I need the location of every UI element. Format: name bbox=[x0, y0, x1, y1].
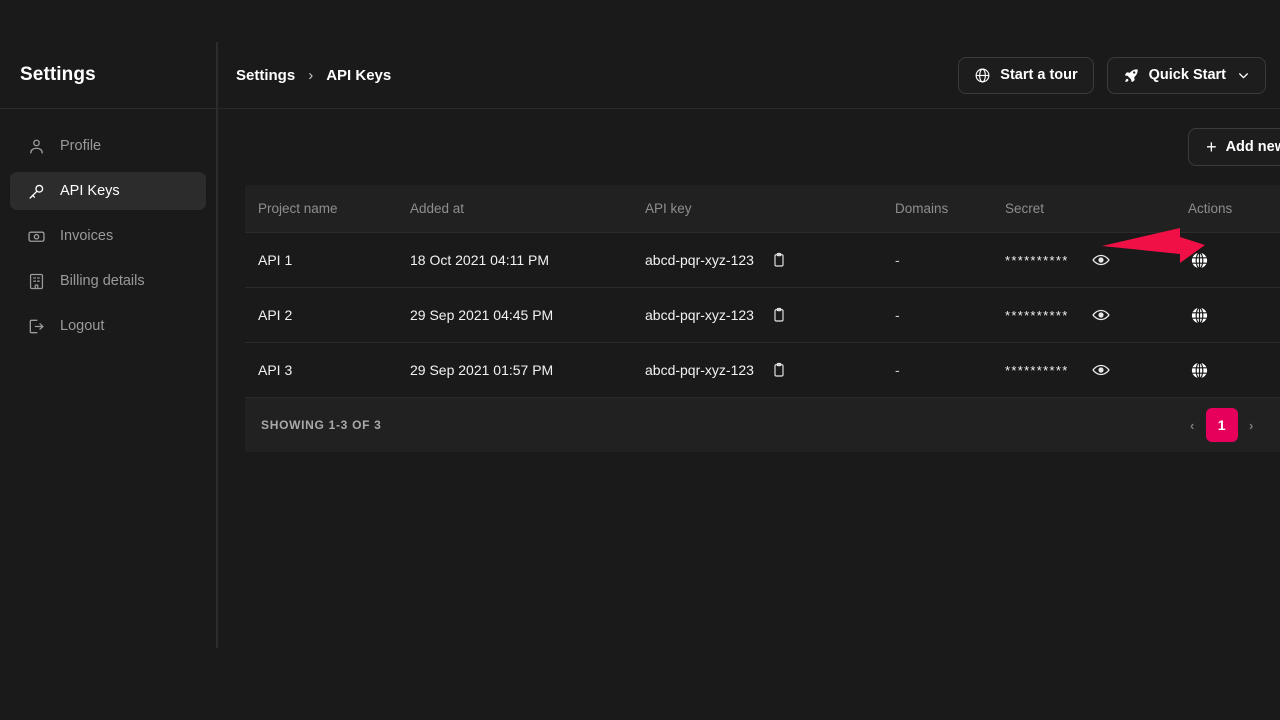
breadcrumb-parent[interactable]: Settings bbox=[236, 67, 295, 84]
plus-icon: + bbox=[1206, 137, 1217, 157]
cell-secret: ********** bbox=[1005, 308, 1069, 323]
start-a-tour-label: Start a tour bbox=[1000, 67, 1078, 83]
top-bar: Settings › API Keys Start a tour Quick S… bbox=[218, 42, 1280, 109]
cell-added-at: 29 Sep 2021 04:45 PM bbox=[410, 307, 554, 323]
cell-api-key: abcd-pqr-xyz-123 bbox=[645, 307, 754, 323]
cell-project-name: API 2 bbox=[258, 307, 293, 323]
breadcrumb-separator-icon: › bbox=[308, 66, 314, 84]
cell-api-key: abcd-pqr-xyz-123 bbox=[645, 252, 754, 268]
column-header-secret: Secret bbox=[1005, 201, 1045, 216]
globe-icon bbox=[974, 67, 991, 84]
sidebar-item-api-keys[interactable]: API Keys bbox=[10, 172, 206, 210]
sidebar-item-label: Invoices bbox=[60, 228, 114, 244]
pagination-prev-icon[interactable]: ‹ bbox=[1190, 418, 1195, 433]
pagination-page-1[interactable]: 1 bbox=[1205, 408, 1238, 442]
eye-icon[interactable] bbox=[1090, 249, 1112, 271]
cell-domains: - bbox=[895, 307, 900, 323]
cell-secret: ********** bbox=[1005, 363, 1069, 378]
breadcrumb-current: API Keys bbox=[326, 66, 392, 84]
sidebar-item-billing-details[interactable]: Billing details bbox=[10, 262, 206, 300]
sidebar-item-logout[interactable]: Logout bbox=[10, 307, 206, 345]
quick-start-button[interactable]: Quick Start bbox=[1106, 56, 1266, 94]
cell-project-name: API 1 bbox=[258, 252, 293, 268]
chevron-down-icon bbox=[1237, 69, 1250, 82]
pagination: ‹ 1 › bbox=[1190, 408, 1280, 442]
eye-icon[interactable] bbox=[1090, 359, 1112, 381]
table-row[interactable]: API 3 29 Sep 2021 01:57 PM abcd-pqr-xyz-… bbox=[245, 343, 1280, 398]
sidebar: Settings Profile API Keys Invoices Billi… bbox=[0, 42, 217, 648]
table-header-row: Project name Added at API key Domains Se… bbox=[245, 185, 1280, 233]
clipboard-icon[interactable] bbox=[768, 359, 790, 381]
globe-icon[interactable] bbox=[1188, 304, 1210, 326]
sidebar-title: Settings bbox=[20, 64, 96, 85]
content-area: + Add new Project name Added at API key … bbox=[218, 109, 1280, 648]
start-a-tour-button[interactable]: Start a tour bbox=[958, 56, 1094, 94]
top-bar-actions: Start a tour Quick Start bbox=[958, 56, 1266, 94]
user-icon bbox=[27, 137, 46, 156]
sidebar-item-profile[interactable]: Profile bbox=[10, 127, 206, 165]
quick-start-label: Quick Start bbox=[1148, 67, 1226, 83]
api-keys-table: Project name Added at API key Domains Se… bbox=[245, 185, 1280, 452]
breadcrumb: Settings › API Keys bbox=[236, 67, 391, 84]
pagination-next-icon[interactable]: › bbox=[1249, 418, 1254, 433]
column-header-actions: Actions bbox=[1188, 201, 1233, 216]
table-row[interactable]: API 2 29 Sep 2021 04:45 PM abcd-pqr-xyz-… bbox=[245, 288, 1280, 343]
rocket-icon bbox=[1123, 67, 1140, 84]
column-header-domains: Domains bbox=[895, 201, 949, 216]
sidebar-item-label: API Keys bbox=[60, 183, 120, 199]
table-row[interactable]: API 1 18 Oct 2021 04:11 PM abcd-pqr-xyz-… bbox=[245, 233, 1280, 288]
cell-domains: - bbox=[895, 252, 900, 268]
column-header-project-name: Project name bbox=[258, 201, 338, 216]
clipboard-icon[interactable] bbox=[768, 304, 790, 326]
logout-icon bbox=[27, 317, 46, 336]
column-header-api-key: API key bbox=[645, 201, 692, 216]
invoice-icon bbox=[27, 227, 46, 246]
main-area: Settings › API Keys Start a tour Quick S… bbox=[217, 42, 1280, 648]
sidebar-item-label: Logout bbox=[60, 318, 105, 334]
globe-icon[interactable] bbox=[1188, 249, 1210, 271]
column-header-added-at: Added at bbox=[410, 201, 465, 216]
app-viewport: Settings Profile API Keys Invoices Billi… bbox=[0, 42, 1280, 648]
cell-added-at: 18 Oct 2021 04:11 PM bbox=[410, 252, 550, 268]
sidebar-nav: Profile API Keys Invoices Billing detail… bbox=[0, 109, 216, 352]
add-new-button[interactable]: + Add new bbox=[1188, 128, 1280, 166]
cell-added-at: 29 Sep 2021 01:57 PM bbox=[410, 362, 554, 378]
key-icon bbox=[27, 182, 46, 201]
content-actions-bar: + Add new bbox=[245, 109, 1280, 185]
sidebar-item-label: Billing details bbox=[60, 273, 145, 289]
sidebar-header: Settings bbox=[0, 42, 216, 109]
sidebar-item-label: Profile bbox=[60, 138, 102, 154]
showing-count-label: SHOWING 1-3 OF 3 bbox=[261, 418, 382, 432]
building-icon bbox=[27, 272, 46, 291]
sidebar-item-invoices[interactable]: Invoices bbox=[10, 217, 206, 255]
cell-secret: ********** bbox=[1005, 253, 1069, 268]
globe-icon[interactable] bbox=[1188, 359, 1210, 381]
add-new-label: Add new bbox=[1225, 139, 1280, 155]
clipboard-icon[interactable] bbox=[768, 249, 790, 271]
eye-icon[interactable] bbox=[1090, 304, 1112, 326]
table-footer: SHOWING 1-3 OF 3 ‹ 1 › bbox=[245, 398, 1280, 452]
cell-domains: - bbox=[895, 362, 900, 378]
cell-api-key: abcd-pqr-xyz-123 bbox=[645, 362, 754, 378]
cell-project-name: API 3 bbox=[258, 362, 293, 378]
